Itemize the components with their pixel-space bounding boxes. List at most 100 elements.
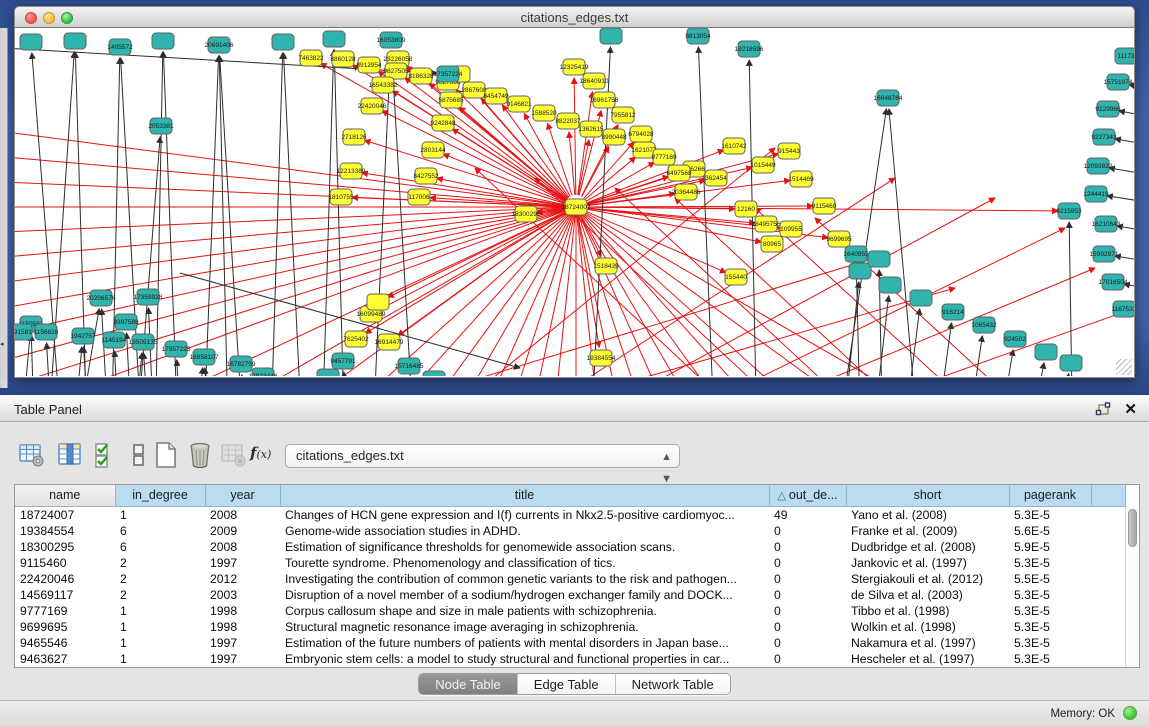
graph-node[interactable]: 17957223 <box>162 341 191 357</box>
column-header-name[interactable]: name <box>15 485 115 506</box>
table-row[interactable]: 969969511998Structural magnetic resonanc… <box>15 619 1125 635</box>
graph-edge[interactable] <box>365 288 955 376</box>
tab-edge-table[interactable]: Edge Table <box>518 674 616 694</box>
table-cell[interactable]: 0 <box>769 539 846 555</box>
graph-edge[interactable] <box>1109 168 1134 186</box>
table-cell[interactable]: 1 <box>115 651 205 667</box>
table-cell[interactable]: 14569117 <box>15 587 115 603</box>
graph-node[interactable]: 16053809 <box>377 32 406 48</box>
graph-node[interactable]: 18640910 <box>580 73 609 89</box>
graph-node[interactable]: 362454 <box>705 170 727 186</box>
graph-edge[interactable] <box>392 51 415 376</box>
table-cell[interactable]: Estimation of significance thresholds fo… <box>280 539 769 555</box>
table-cell[interactable]: 2008 <box>205 506 280 523</box>
graph-edge[interactable] <box>584 142 634 198</box>
table-cell[interactable]: 5.3E-5 <box>1009 603 1091 619</box>
graph-node[interactable]: 117006 <box>408 189 430 205</box>
table-cell[interactable]: 1997 <box>205 651 280 667</box>
graph-node[interactable]: 12160 <box>735 201 757 217</box>
graph-node[interactable] <box>20 34 42 50</box>
graph-node[interactable]: 1145194 <box>102 332 127 348</box>
function-builder-icon[interactable]: f(x) <box>250 444 278 472</box>
graph-node[interactable]: 16648784 <box>874 90 903 106</box>
graph-node[interactable]: 16914479 <box>375 334 404 350</box>
graph-node[interactable]: 1244419 <box>1083 186 1109 202</box>
table-cell[interactable]: 9115460 <box>15 555 115 571</box>
graph-node[interactable]: 9397588 <box>113 314 139 330</box>
graph-edge[interactable] <box>155 52 163 376</box>
graph-node[interactable]: 12213389 <box>337 163 366 179</box>
table-cell[interactable]: 1 <box>115 506 205 523</box>
graph-edge[interactable] <box>933 323 952 376</box>
graph-node[interactable]: 6794028 <box>628 126 654 142</box>
graph-node[interactable] <box>367 294 389 310</box>
graph-edge[interactable] <box>1026 363 1044 376</box>
table-cell[interactable]: 1 <box>115 603 205 619</box>
graph-node[interactable]: 8186328 <box>408 68 434 84</box>
graph-edge[interactable] <box>144 353 150 376</box>
graph-edge[interactable] <box>575 228 1065 376</box>
citation-graph[interactable]: 1872400718300295193845547463822886012889… <box>15 28 1134 376</box>
graph-node[interactable]: 22420046 <box>358 98 387 114</box>
table-cell[interactable]: 2 <box>115 555 205 571</box>
graph-node[interactable] <box>272 34 294 50</box>
graph-node[interactable]: 9146821 <box>506 96 532 112</box>
table-cell[interactable]: 1998 <box>205 603 280 619</box>
table-cell[interactable]: 1998 <box>205 619 280 635</box>
table-cell[interactable]: Genome-wide association studies in ADHD. <box>280 523 769 539</box>
table-cell[interactable]: 1 <box>115 635 205 651</box>
table-cell[interactable]: 5.6E-5 <box>1009 523 1091 539</box>
graph-node[interactable]: 18300295 <box>512 206 541 222</box>
graph-edge[interactable] <box>588 206 813 207</box>
graph-edge[interactable] <box>70 347 82 376</box>
rows-icon[interactable] <box>125 441 153 469</box>
graph-node[interactable]: 8912954 <box>356 57 382 73</box>
column-header-pagerank[interactable]: pagerank <box>1009 485 1091 506</box>
graph-edge[interactable] <box>675 198 955 376</box>
new-file-icon[interactable] <box>152 441 180 469</box>
table-cell[interactable]: Jankovic et al. (1997) <box>846 555 1009 571</box>
graph-node[interactable]: 20206576 <box>87 290 116 306</box>
column-header-short[interactable]: short <box>846 485 1009 506</box>
table-cell[interactable]: Embryonic stem cells: a model to study s… <box>280 651 769 667</box>
table-cell[interactable]: Hescheler et al. (1997) <box>846 651 1009 667</box>
table-cell[interactable]: 1997 <box>205 635 280 651</box>
graph-edge[interactable] <box>130 353 142 376</box>
select-column-icon[interactable] <box>56 441 84 469</box>
graph-node[interactable]: 2803144 <box>420 142 446 158</box>
table-cell[interactable]: Yano et al. (2008) <box>846 506 1009 523</box>
graph-node[interactable]: 7625402 <box>343 331 369 347</box>
graph-edge[interactable] <box>115 351 120 376</box>
graph-edge[interactable] <box>574 78 576 195</box>
scrollbar-thumb[interactable] <box>1128 509 1137 547</box>
tab-node-table[interactable]: Node Table <box>419 674 518 694</box>
table-scrollbar[interactable] <box>1125 507 1138 667</box>
graph-edge[interactable] <box>190 368 203 376</box>
graph-node[interactable]: 8860128 <box>330 51 356 67</box>
graph-node[interactable]: 9227343 <box>1091 129 1117 145</box>
graph-node[interactable]: 2053381 <box>148 118 174 134</box>
graph-node[interactable]: 1942757 <box>70 328 96 344</box>
table-cell[interactable]: 2012 <box>205 571 280 587</box>
graph-node[interactable] <box>64 33 86 49</box>
window-resize-grip[interactable] <box>1116 359 1132 375</box>
graph-node[interactable]: 1362615 <box>578 121 604 137</box>
graph-node[interactable]: 9129966 <box>1095 101 1121 117</box>
table-selector-dropdown[interactable]: citations_edges.txt ▲▼ <box>285 444 680 468</box>
graph-edge[interactable] <box>698 47 715 376</box>
graph-edge[interactable] <box>31 335 35 376</box>
graph-edge[interactable] <box>1124 284 1134 301</box>
graph-node[interactable]: 15751074 <box>1104 74 1133 90</box>
memory-status-indicator-icon[interactable] <box>1123 706 1137 720</box>
graph-node[interactable]: 391581 <box>15 324 32 340</box>
graph-node[interactable]: 8454749 <box>483 88 509 104</box>
table-cell[interactable]: 2003 <box>205 587 280 603</box>
graph-node[interactable]: 5875685 <box>438 92 464 108</box>
graph-node[interactable]: 1405572 <box>107 39 133 55</box>
graph-node[interactable] <box>152 33 174 49</box>
graph-edge[interactable] <box>856 265 861 376</box>
table-cell[interactable]: Wolkin et al. (1998) <box>846 619 1009 635</box>
graph-node[interactable]: 18724007 <box>562 199 591 215</box>
graph-node[interactable]: 17016504 <box>1099 274 1128 290</box>
graph-node[interactable]: 924502 <box>1004 331 1026 347</box>
